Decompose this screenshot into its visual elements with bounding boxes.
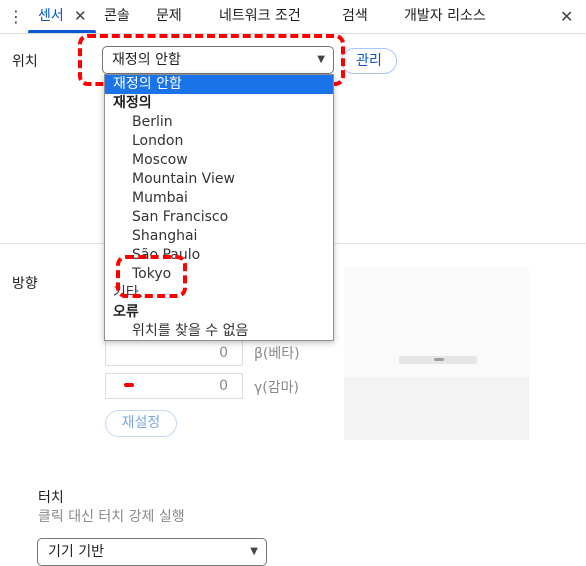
close-icon[interactable]: ✕ [74, 0, 87, 33]
reset-button[interactable]: 재설정 [105, 410, 177, 437]
annotation-dashed-box-tokyo [116, 255, 187, 298]
dropdown-option-london[interactable]: London [105, 132, 333, 151]
beta-label: β(베타) [254, 346, 300, 362]
annotation-mark [124, 383, 134, 387]
device-notch [434, 358, 444, 361]
beta-input[interactable]: 0 [105, 340, 243, 366]
dropdown-option-location-unavailable[interactable]: 위치를 찾을 수 없음 [105, 322, 333, 340]
dropdown-option-shanghai[interactable]: Shanghai [105, 227, 333, 246]
dropdown-option-mumbai[interactable]: Mumbai [105, 189, 333, 208]
tab-search[interactable]: 검색 [342, 0, 368, 33]
touch-label: 터치 [38, 490, 64, 506]
orientation-preview[interactable] [344, 267, 529, 440]
dropdown-option-mountain-view[interactable]: Mountain View [105, 170, 333, 189]
triangle-down-icon: ▼ [250, 546, 258, 557]
gamma-label: γ(감마) [254, 380, 299, 396]
active-tab-indicator [28, 30, 96, 33]
tab-network-conditions[interactable]: 네트워크 조건 [219, 0, 301, 33]
kebab-menu-icon[interactable]: ⋮ [8, 6, 24, 28]
tab-issues[interactable]: 문제 [156, 0, 182, 33]
tab-console[interactable]: 콘솔 [104, 0, 130, 33]
dropdown-option-berlin[interactable]: Berlin [105, 113, 333, 132]
dropdown-option-san-francisco[interactable]: San Francisco [105, 208, 333, 227]
orientation-label: 방향 [12, 276, 38, 292]
tab-developer-resources[interactable]: 개발자 리소스 [404, 0, 486, 33]
dropdown-option-no-override[interactable]: 재정의 안함 [105, 75, 333, 94]
manage-button[interactable]: 관리 [341, 48, 397, 74]
devtools-tab-bar: ⋮ 센서 ✕ 콘솔 문제 네트워크 조건 검색 개발자 리소스 ✕ [0, 0, 586, 34]
device-model[interactable] [399, 356, 477, 364]
dropdown-group-override: 재정의 [113, 95, 152, 111]
dropdown-group-error: 오류 [113, 304, 139, 320]
close-panel-icon[interactable]: ✕ [560, 0, 573, 33]
tab-sensors[interactable]: 센서 [38, 0, 64, 33]
location-label: 위치 [12, 54, 38, 70]
dropdown-option-moscow[interactable]: Moscow [105, 151, 333, 170]
touch-select[interactable]: 기기 기반 ▼ [37, 538, 267, 566]
location-dropdown-list: 재정의 안함 재정의 Berlin London Moscow Mountain… [104, 74, 334, 341]
touch-select-value: 기기 기반 [48, 544, 104, 560]
touch-description: 클릭 대신 터치 강제 실행 [38, 509, 185, 525]
